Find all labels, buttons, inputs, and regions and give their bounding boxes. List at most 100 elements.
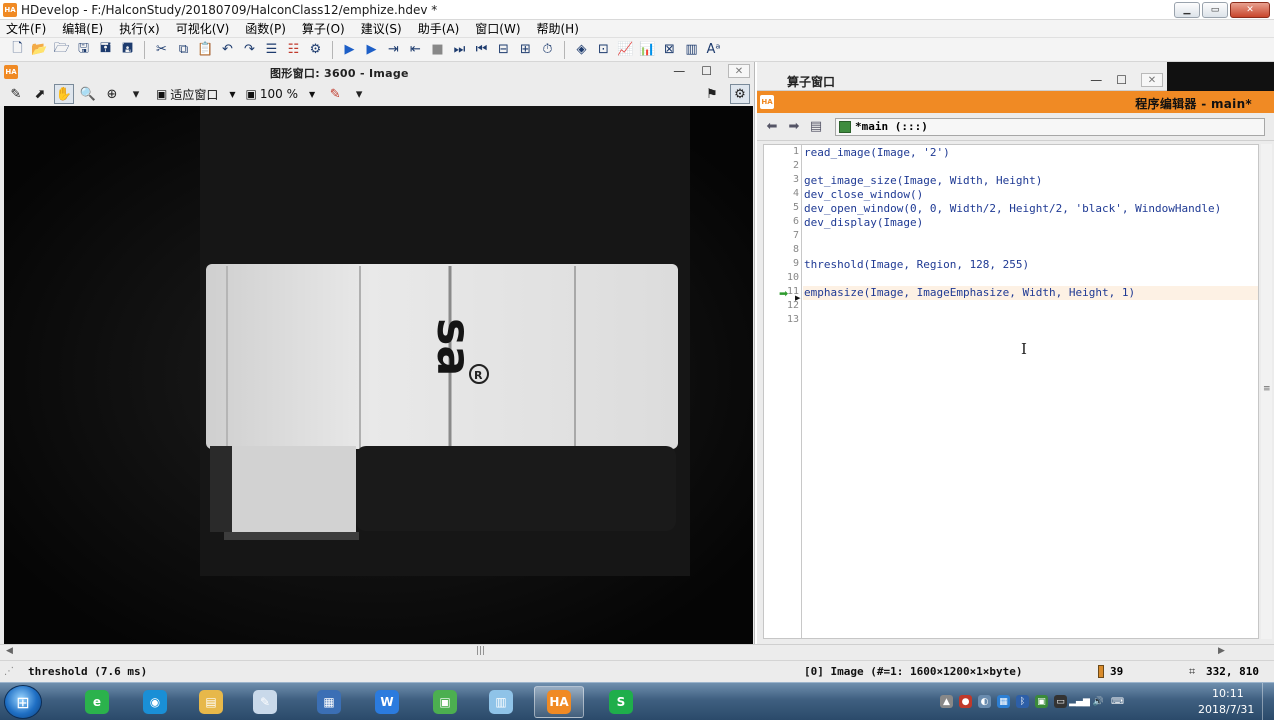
stop-icon[interactable]: ■ bbox=[428, 40, 447, 59]
open-program-icon[interactable]: 📂 bbox=[30, 40, 49, 59]
cut-icon[interactable]: ✂ bbox=[152, 40, 171, 59]
feature-inspection-icon[interactable]: ⊠ bbox=[660, 40, 679, 59]
operator-maximize-button[interactable]: ☐ bbox=[1116, 73, 1127, 87]
color-palette-icon[interactable]: ✎ bbox=[325, 84, 345, 104]
histogram-icon[interactable]: 📊 bbox=[638, 40, 657, 59]
scroll-left-icon[interactable]: ◀ bbox=[6, 646, 13, 656]
tray-gpu-icon[interactable]: ▣ bbox=[1035, 695, 1048, 708]
zoom-dropdown-icon[interactable]: ▾ bbox=[126, 84, 146, 104]
minimize-button[interactable]: ▁ bbox=[1174, 2, 1200, 18]
line-profile-icon[interactable]: 📈 bbox=[616, 40, 635, 59]
image-canvas[interactable]: sa R bbox=[4, 106, 753, 644]
back-arrow-icon[interactable]: ⬅ bbox=[763, 118, 781, 136]
menu-suggestions[interactable]: 建议(S) bbox=[361, 20, 402, 37]
code-line[interactable]: dev_open_window(0, 0, Width/2, Height/2,… bbox=[804, 202, 1221, 215]
run-icon[interactable]: ▶ bbox=[340, 40, 359, 59]
procedure-select[interactable]: *main (:::) bbox=[835, 117, 1265, 136]
step-out-icon[interactable]: ⇤ bbox=[406, 40, 425, 59]
input-method-icon[interactable]: ⌨ bbox=[1111, 695, 1124, 708]
code-line[interactable]: get_image_size(Image, Width, Height) bbox=[804, 174, 1042, 187]
taskbar-app-wps-writer[interactable]: W bbox=[362, 686, 412, 718]
undo-icon[interactable]: ↶ bbox=[218, 40, 237, 59]
pin-icon[interactable]: ⚑ bbox=[702, 84, 722, 104]
menu-window[interactable]: 窗口(W) bbox=[475, 20, 520, 37]
settings-icon[interactable]: ⚙ bbox=[730, 84, 750, 104]
gray-histogram-icon[interactable]: ▥ bbox=[682, 40, 701, 59]
palette-dropdown-icon[interactable]: ▾ bbox=[349, 84, 369, 104]
show-desktop-button[interactable] bbox=[1262, 683, 1274, 720]
save-icon[interactable]: 🖫 bbox=[74, 40, 93, 59]
close-button[interactable]: ✕ bbox=[1230, 2, 1270, 18]
graphics-maximize-button[interactable]: ☐ bbox=[701, 64, 712, 78]
redo-icon[interactable]: ↷ bbox=[240, 40, 259, 59]
taskbar-app-wps-spreadsheet[interactable]: S bbox=[596, 686, 646, 718]
horizontal-scrollbar[interactable]: ◀ ||| ▶ bbox=[0, 644, 1274, 660]
zoom-percent-select[interactable]: ▣ 100 % ▼ bbox=[246, 87, 316, 101]
menu-file[interactable]: 文件(F) bbox=[6, 20, 46, 37]
tray-expand-icon[interactable]: ▲ bbox=[940, 695, 953, 708]
code-line[interactable]: threshold(Image, Region, 128, 255) bbox=[804, 258, 1029, 271]
menu-edit[interactable]: 编辑(E) bbox=[62, 20, 103, 37]
clock-date[interactable]: 2018/7/31 bbox=[1198, 703, 1254, 716]
menu-execute[interactable]: 执行(x) bbox=[119, 20, 159, 37]
breakpoint-icon[interactable]: ⊟ bbox=[494, 40, 513, 59]
scroll-right-icon[interactable]: ▶ bbox=[1218, 646, 1225, 656]
step-into-icon[interactable]: ⇥ bbox=[384, 40, 403, 59]
editor-vertical-scrollbar[interactable]: ≡ bbox=[1261, 144, 1272, 639]
operator-close-button[interactable]: ✕ bbox=[1141, 73, 1163, 87]
code-line[interactable]: dev_close_window() bbox=[804, 188, 923, 201]
network-signal-icon[interactable]: ▂▄▆ bbox=[1069, 695, 1090, 708]
taskbar-app-qq-video[interactable]: ◉ bbox=[130, 686, 180, 718]
save-as-icon[interactable]: 🖬 bbox=[96, 40, 115, 59]
edit-visualization-icon[interactable]: ✎ bbox=[6, 84, 26, 104]
taskbar-app-screen-capture[interactable]: ▦ bbox=[304, 686, 354, 718]
zoom-window-icon[interactable]: ⊡ bbox=[594, 40, 613, 59]
pointer-icon[interactable]: ⬈ bbox=[30, 84, 50, 104]
tray-network-app-icon[interactable]: ▦ bbox=[997, 695, 1010, 708]
maximize-button[interactable]: ▭ bbox=[1202, 2, 1228, 18]
magnifier-icon[interactable]: 🔍 bbox=[78, 84, 98, 104]
uncomment-icon[interactable]: ☷ bbox=[284, 40, 303, 59]
clock-time[interactable]: 10:11 bbox=[1212, 687, 1244, 700]
tray-app-icon[interactable]: ◐ bbox=[978, 695, 991, 708]
tray-monitor-icon[interactable]: ▭ bbox=[1054, 695, 1067, 708]
activate-icon[interactable]: ⊞ bbox=[516, 40, 535, 59]
tray-antivirus-icon[interactable]: ● bbox=[959, 695, 972, 708]
step-back-icon[interactable]: ⏮ bbox=[472, 40, 491, 59]
paste-icon[interactable]: 📋 bbox=[196, 40, 215, 59]
volume-icon[interactable]: 🔊 bbox=[1092, 695, 1105, 708]
taskbar-app-notes[interactable]: ▣ bbox=[420, 686, 470, 718]
comment-icon[interactable]: ☰ bbox=[262, 40, 281, 59]
start-button[interactable]: ⊞ bbox=[4, 685, 42, 719]
taskbar-app-virtual-machine[interactable]: ▥ bbox=[476, 686, 526, 718]
menu-visualize[interactable]: 可视化(V) bbox=[176, 20, 230, 37]
menu-assistants[interactable]: 助手(A) bbox=[418, 20, 460, 37]
menu-procedures[interactable]: 函数(P) bbox=[245, 20, 286, 37]
pan-hand-icon[interactable]: ✋ bbox=[54, 84, 74, 104]
reset-program-icon[interactable]: ⏭ bbox=[450, 40, 469, 59]
visualization-icon[interactable]: ◈ bbox=[572, 40, 591, 59]
taskbar-app-hdevelop[interactable]: HA bbox=[534, 686, 584, 718]
code-line[interactable]: dev_display(Image) bbox=[804, 216, 923, 229]
zoom-mode-select[interactable]: ▣ 适应窗口 ▼ bbox=[156, 86, 236, 103]
taskbar-app-browser-360[interactable]: e bbox=[72, 686, 122, 718]
forward-arrow-icon[interactable]: ➡ bbox=[785, 118, 803, 136]
graphics-close-button[interactable]: ✕ bbox=[728, 64, 750, 78]
procedure-list-icon[interactable]: ▤ bbox=[807, 118, 825, 136]
menu-operators[interactable]: 算子(O) bbox=[302, 20, 345, 37]
code-line[interactable]: read_image(Image, '2') bbox=[804, 146, 950, 159]
graphics-minimize-button[interactable]: — bbox=[673, 64, 685, 78]
bluetooth-icon[interactable]: ᛒ bbox=[1016, 695, 1029, 708]
copy-icon[interactable]: ⧉ bbox=[174, 40, 193, 59]
scroll-grip-icon[interactable]: ||| bbox=[476, 646, 485, 656]
profiler-icon[interactable]: ⏱ bbox=[538, 40, 557, 59]
ocr-icon[interactable]: Aᵃ bbox=[704, 40, 723, 59]
taskbar-app-paint[interactable]: ✎ bbox=[240, 686, 290, 718]
find-replace-icon[interactable]: ⚙ bbox=[306, 40, 325, 59]
operator-minimize-button[interactable]: — bbox=[1090, 73, 1102, 87]
step-over-icon[interactable]: ▶ bbox=[362, 40, 381, 59]
open-recent-icon[interactable]: 🗁 bbox=[52, 40, 71, 59]
new-program-icon[interactable]: 🗋 bbox=[8, 40, 27, 59]
taskbar-app-file-explorer[interactable]: ▤ bbox=[186, 686, 236, 718]
menu-help[interactable]: 帮助(H) bbox=[537, 20, 579, 37]
